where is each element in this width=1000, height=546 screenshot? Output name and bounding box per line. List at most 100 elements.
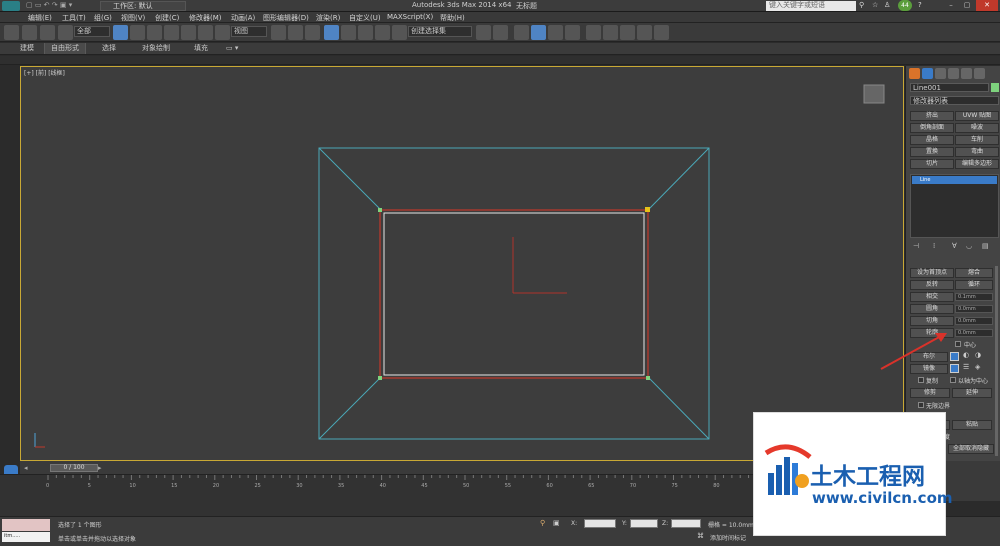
make-unique-icon[interactable]: ∀ xyxy=(952,242,957,250)
user-icon[interactable]: ♙ xyxy=(884,1,890,9)
noise-button[interactable]: 噪波 xyxy=(955,123,999,133)
displace-button[interactable]: 置换 xyxy=(910,147,954,157)
rotate-icon[interactable] xyxy=(198,25,213,40)
cycle-button[interactable]: 循环 xyxy=(955,280,993,290)
menu-group[interactable]: 组(G) xyxy=(94,13,112,23)
menu-graph-editors[interactable]: 图形编辑器(D) xyxy=(263,13,309,23)
viewport-canvas[interactable] xyxy=(21,67,905,462)
menu-create[interactable]: 创建(C) xyxy=(155,13,179,23)
front-viewport[interactable]: [+] [前] [线框] xyxy=(20,66,904,461)
configure-sets-icon[interactable]: ▤ xyxy=(982,242,989,250)
menu-views[interactable]: 视图(V) xyxy=(121,13,145,23)
modify-tab-icon[interactable] xyxy=(922,68,933,79)
maxscript-listener-input[interactable]: itm..... xyxy=(2,532,50,542)
fillet-spinner[interactable]: 0.0mm xyxy=(955,305,993,313)
select-object-icon[interactable] xyxy=(113,25,128,40)
search-icon[interactable]: ⚲ xyxy=(859,1,864,9)
fuse-button[interactable]: 熔合 xyxy=(955,268,993,278)
remove-modifier-icon[interactable]: ◡ xyxy=(966,242,972,250)
workspace-dropdown[interactable]: 工作区: 默认 xyxy=(100,1,186,11)
tab-object-paint[interactable]: 对象绘制 xyxy=(136,43,176,54)
outline-spinner[interactable]: 0.0mm xyxy=(955,329,993,337)
link-icon[interactable] xyxy=(22,25,37,40)
curve-editor-icon[interactable] xyxy=(548,25,563,40)
fillet-button[interactable]: 圆角 xyxy=(910,304,954,314)
align-icon[interactable] xyxy=(493,25,508,40)
maxscript-listener-top[interactable] xyxy=(2,519,50,531)
percent-snap-icon[interactable] xyxy=(358,25,373,40)
modifier-stack-item[interactable]: Line xyxy=(912,176,997,184)
window-crossing-icon[interactable] xyxy=(164,25,179,40)
uvw-map-button[interactable]: UVW 贴图 xyxy=(955,111,999,121)
mirror-vertical-icon[interactable]: ☰ xyxy=(963,363,969,371)
keyboard-shortcut-icon[interactable] xyxy=(305,25,320,40)
render-setup-icon[interactable] xyxy=(603,25,618,40)
bind-space-warp-icon[interactable] xyxy=(58,25,73,40)
edit-poly-button[interactable]: 编辑多边形 xyxy=(955,159,999,169)
show-end-result-icon[interactable]: ⁞ xyxy=(933,242,935,250)
app-logo-icon[interactable] xyxy=(2,1,20,11)
y-coordinate-field[interactable] xyxy=(630,519,658,528)
unlink-icon[interactable] xyxy=(40,25,55,40)
about-pivot-checkbox[interactable] xyxy=(950,377,956,383)
select-by-name-icon[interactable] xyxy=(130,25,145,40)
tab-populate[interactable]: 填充 xyxy=(188,43,214,54)
snaps-toggle-icon[interactable] xyxy=(324,25,339,40)
hierarchy-tab-icon[interactable] xyxy=(935,68,946,79)
select-manipulate-icon[interactable] xyxy=(288,25,303,40)
angle-snap-icon[interactable] xyxy=(341,25,356,40)
lathe-button[interactable]: 车削 xyxy=(955,135,999,145)
maximize-button[interactable]: ▢ xyxy=(960,0,974,11)
menu-tools[interactable]: 工具(T) xyxy=(62,13,86,23)
display-tab-icon[interactable] xyxy=(961,68,972,79)
menu-rendering[interactable]: 渲染(R) xyxy=(316,13,340,23)
ribbon-options-icon[interactable]: ▭ ▾ xyxy=(220,43,244,54)
layer-manager-icon[interactable] xyxy=(514,25,529,40)
help-icon[interactable]: ? xyxy=(918,1,922,9)
render-production-icon[interactable] xyxy=(637,25,652,40)
menu-help[interactable]: 帮助(H) xyxy=(440,13,465,23)
graphite-toggle-icon[interactable] xyxy=(531,25,546,40)
slice-button[interactable]: 切片 xyxy=(910,159,954,169)
tangent-paste-button[interactable]: 粘贴 xyxy=(952,420,992,430)
bevel-profile-button[interactable]: 倒角剖面 xyxy=(910,123,954,133)
menu-customize[interactable]: 自定义(U) xyxy=(349,13,381,23)
copy-checkbox[interactable] xyxy=(918,377,924,383)
rect-region-icon[interactable] xyxy=(147,25,162,40)
scale-icon[interactable] xyxy=(215,25,230,40)
menu-edit[interactable]: 编辑(E) xyxy=(28,13,52,23)
pin-stack-icon[interactable]: ⊣ xyxy=(913,242,919,250)
reference-coordinate-dropdown[interactable]: 视图 xyxy=(231,26,267,37)
reverse-button[interactable]: 反转 xyxy=(910,280,954,290)
unhide-all-button[interactable]: 全部取消隐藏 xyxy=(948,444,994,454)
infinite-bounds-checkbox[interactable] xyxy=(918,402,924,408)
selection-filter-dropdown[interactable]: 全部 xyxy=(74,26,110,37)
x-coordinate-field[interactable] xyxy=(584,519,616,528)
slider-left-arrow[interactable]: ◂ xyxy=(24,464,28,472)
move-icon[interactable] xyxy=(181,25,196,40)
search-input[interactable]: 键入关键字或短语 xyxy=(766,1,856,11)
material-editor-icon[interactable] xyxy=(586,25,601,40)
menu-animation[interactable]: 动画(A) xyxy=(231,13,255,23)
panel-scrollbar[interactable] xyxy=(995,266,998,456)
lock-selection-icon[interactable]: ⚲ xyxy=(540,519,545,527)
render-cloud-icon[interactable] xyxy=(654,25,669,40)
boolean-subtract-icon[interactable]: ◐ xyxy=(963,351,969,359)
trim-button[interactable]: 修剪 xyxy=(910,388,950,398)
close-button[interactable]: ✕ xyxy=(976,0,998,11)
modifier-stack[interactable]: Line xyxy=(910,174,999,238)
track-bar[interactable]: 0 5 10 15 20 25 30 35 40 45 50 55 60 65 70 75 80 xyxy=(0,474,760,516)
extend-button[interactable]: 延伸 xyxy=(952,388,992,398)
quick-access-icons[interactable]: ▢ ▭ ↶ ↷ ▣ ▾ xyxy=(26,1,72,9)
edit-named-selection-icon[interactable] xyxy=(392,25,407,40)
spinner-snap-icon[interactable] xyxy=(375,25,390,40)
make-first-button[interactable]: 设为首顶点 xyxy=(910,268,954,278)
create-tab-icon[interactable] xyxy=(909,68,920,79)
motion-tab-icon[interactable] xyxy=(948,68,959,79)
object-color-swatch[interactable] xyxy=(991,83,999,92)
star-icon[interactable]: ☆ xyxy=(872,1,878,9)
mirror-both-icon[interactable]: ◈ xyxy=(975,363,980,371)
tab-modeling[interactable]: 建模 xyxy=(14,43,40,54)
pivot-icon[interactable] xyxy=(271,25,286,40)
crossinsert-spinner[interactable]: 0.1mm xyxy=(955,293,993,301)
